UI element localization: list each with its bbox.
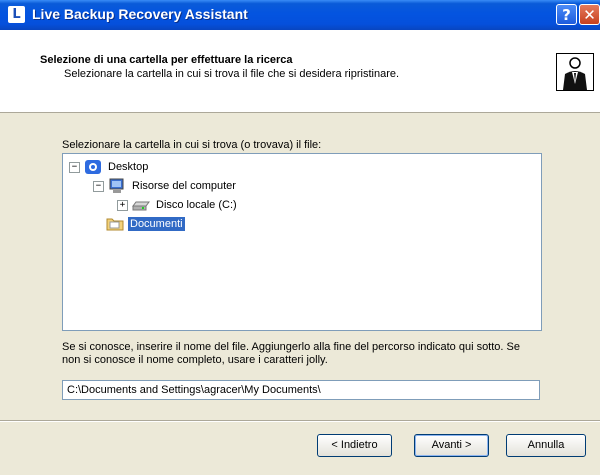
wizard-header: Selezione di una cartella per effettuare… — [0, 30, 600, 113]
help-button[interactable]: ? — [556, 4, 577, 25]
cancel-button[interactable]: Annulla — [506, 434, 586, 457]
folder-tree[interactable]: − Desktop − Risorse del computer + Disco… — [62, 153, 542, 331]
tree-item-desktop[interactable]: − Desktop — [69, 158, 150, 176]
footer-separator — [0, 420, 600, 422]
tree-item-label: Documenti — [128, 217, 185, 231]
tree-item-local-disk[interactable]: + Disco locale (C:) — [117, 196, 239, 214]
window-title: Live Backup Recovery Assistant — [32, 6, 248, 22]
tree-label: Selezionare la cartella in cui si trova … — [62, 139, 322, 151]
drive-icon — [132, 197, 150, 213]
title-bar[interactable]: L Live Backup Recovery Assistant ? ✕ — [0, 0, 600, 30]
collapse-icon[interactable]: − — [69, 161, 80, 173]
filename-instructions: Se si conosce, inserire il nome del file… — [62, 341, 520, 366]
back-button[interactable]: < Indietro — [317, 434, 392, 457]
tree-item-label: Disco locale (C:) — [156, 199, 237, 211]
tree-item-label: Risorse del computer — [132, 180, 236, 192]
wizard-window: L Live Backup Recovery Assistant ? ✕ Sel… — [0, 0, 600, 475]
tree-item-documents[interactable]: Documenti — [106, 215, 185, 233]
header-title: Selezione di una cartella per effettuare… — [40, 54, 293, 66]
tree-item-my-computer[interactable]: − Risorse del computer — [93, 177, 238, 195]
next-button[interactable]: Avanti > — [414, 434, 489, 457]
path-input[interactable] — [62, 380, 540, 400]
folder-icon — [106, 216, 124, 232]
computer-icon — [108, 178, 126, 194]
app-icon: L — [8, 6, 25, 23]
collapse-icon[interactable]: − — [93, 180, 104, 192]
tree-item-label: Desktop — [108, 161, 149, 173]
assistant-person-icon — [556, 53, 594, 91]
close-button[interactable]: ✕ — [579, 4, 600, 25]
header-subtitle: Selezionare la cartella in cui si trova … — [64, 68, 400, 80]
expand-icon[interactable]: + — [117, 199, 128, 211]
desktop-icon — [84, 159, 102, 175]
